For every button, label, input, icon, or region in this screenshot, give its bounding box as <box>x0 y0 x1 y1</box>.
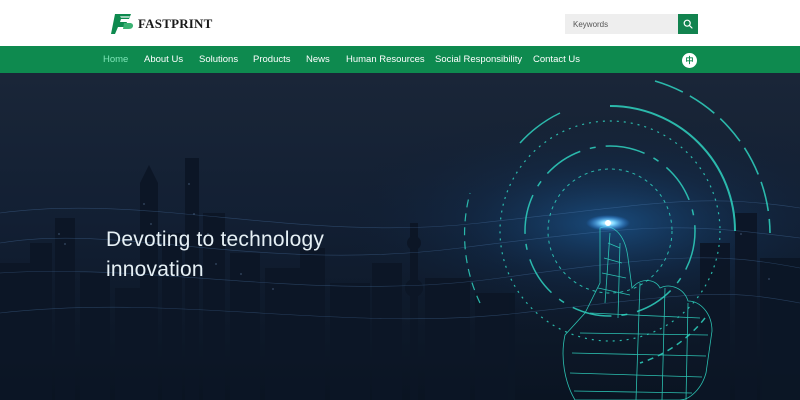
nav-item-about-us[interactable]: About Us <box>144 46 183 73</box>
hero-banner: Devoting to technology innovation <box>0 73 800 400</box>
search-bar <box>565 14 698 34</box>
logo[interactable]: FASTPRINT <box>111 12 213 36</box>
top-header: FASTPRINT <box>0 0 800 46</box>
fastprint-logo-icon <box>111 14 134 34</box>
nav-item-home[interactable]: Home <box>103 46 128 73</box>
nav-item-human-resources[interactable]: Human Resources <box>346 46 425 73</box>
nav-item-solutions[interactable]: Solutions <box>199 46 238 73</box>
nav-item-products[interactable]: Products <box>253 46 291 73</box>
hero-headline: Devoting to technology innovation <box>106 225 324 285</box>
search-button[interactable] <box>678 14 698 34</box>
search-icon <box>683 19 693 29</box>
hero-headline-line-2: innovation <box>106 258 204 281</box>
logo-text: FASTPRINT <box>138 16 213 31</box>
nav-item-news[interactable]: News <box>306 46 330 73</box>
language-toggle-button[interactable]: 中 <box>682 53 697 68</box>
hero-headline-line-1: Devoting to technology <box>106 228 325 251</box>
main-nav: Home About Us Solutions Products News Hu… <box>0 46 800 73</box>
nav-item-social-responsibility[interactable]: Social Responsibility <box>435 46 522 73</box>
nav-item-contact-us[interactable]: Contact Us <box>533 46 580 73</box>
search-input[interactable] <box>565 14 678 34</box>
